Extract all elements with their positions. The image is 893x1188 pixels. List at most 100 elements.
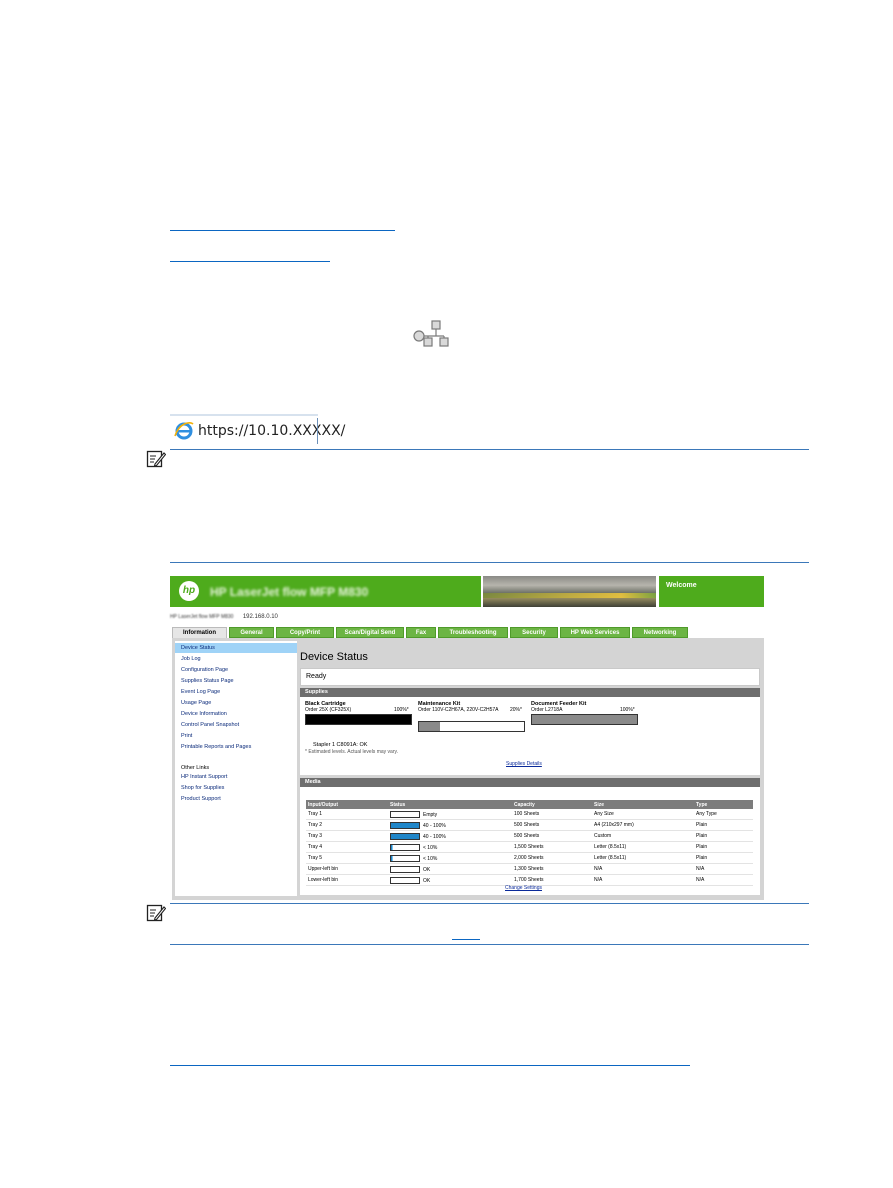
tab-security[interactable]: Security: [510, 627, 558, 638]
media-io-cell: Tray 1: [306, 809, 388, 820]
tray-level-fill: [391, 844, 394, 850]
tray-status-text: OK: [423, 866, 431, 873]
col-input-output: Input/Output: [306, 800, 388, 809]
nav-print[interactable]: Print: [175, 731, 297, 741]
tray-level-bar: [390, 865, 420, 873]
supply-level-black-cartridge: 100%*: [394, 707, 409, 713]
ews-screenshot: hp HP LaserJet flow MFP M830 Welcome HP …: [170, 576, 764, 900]
tray-level-bar: [390, 832, 420, 840]
doc-link-2[interactable]: [170, 261, 330, 262]
network-icon: [413, 320, 449, 347]
media-size-cell: Custom: [592, 830, 694, 842]
status-text: Ready: [306, 673, 327, 680]
doc-link-3[interactable]: [170, 1065, 690, 1066]
media-io-cell: Lower-left bin: [306, 874, 388, 886]
nav-product-support[interactable]: Product Support: [175, 794, 297, 804]
other-links-heading: Other Links: [181, 765, 210, 771]
nav-hp-instant-support[interactable]: HP Instant Support: [175, 772, 297, 782]
media-panel: Input/Output Status Capacity Size Type T…: [300, 787, 760, 895]
note-bottom-rule: [170, 562, 809, 563]
change-settings-link[interactable]: Change Settings: [505, 885, 542, 891]
media-size-cell: N/A: [592, 874, 694, 886]
col-capacity: Capacity: [512, 800, 592, 809]
media-type-cell: N/A: [694, 863, 753, 875]
supply-order-maintenance-kit: Order 110V-C2H67A, 220V-C2H57A: [418, 707, 499, 713]
tab-scan-digital-send[interactable]: Scan/Digital Send: [336, 627, 404, 638]
table-row: Lower-left bin OK 1,700 Sheets N/A N/A: [306, 874, 753, 886]
media-status-cell: < 10%: [388, 841, 512, 853]
media-size-cell: A4 (210x297 mm): [592, 819, 694, 831]
note-icon: [146, 904, 166, 922]
tab-copy-print[interactable]: Copy/Print: [276, 627, 334, 638]
ews-header-bar: hp HP LaserJet flow MFP M830: [170, 576, 481, 607]
media-type-cell: Any Type: [694, 809, 753, 820]
device-ip: 192.168.0.10: [242, 614, 278, 620]
browser-address-bar[interactable]: https://10.10.XXXXX/: [170, 414, 345, 446]
url-text: https://10.10.XXXXX/: [198, 423, 346, 439]
media-type-cell: Plain: [694, 852, 753, 864]
hp-logo: hp: [179, 581, 199, 601]
media-io-cell: Tray 4: [306, 841, 388, 853]
tab-networking[interactable]: Networking: [632, 627, 688, 638]
supplies-panel: Black Cartridge Order 25X (CF325X) 100%*…: [300, 697, 760, 775]
media-capacity-cell: 1,700 Sheets: [512, 874, 592, 886]
media-io-cell: Tray 3: [306, 830, 388, 842]
supply-fill: [306, 715, 411, 724]
tab-troubleshooting[interactable]: Troubleshooting: [438, 627, 508, 638]
doc-link-1[interactable]: [170, 230, 395, 231]
tray-status-text: 40 - 100%: [423, 822, 446, 829]
header-photo: [483, 576, 656, 607]
nav-device-status[interactable]: Device Status: [175, 643, 297, 653]
note-top-rule: [170, 449, 809, 450]
supply-order-black-cartridge: Order 25X (CF325X): [305, 707, 352, 713]
nav-job-log[interactable]: Job Log: [175, 654, 297, 664]
nav-printable-reports[interactable]: Printable Reports and Pages: [175, 742, 297, 752]
media-capacity-cell: 1,500 Sheets: [512, 841, 592, 853]
address-bar-separator: [317, 418, 318, 444]
media-capacity-cell: 100 Sheets: [512, 809, 592, 820]
tray-level-fill: [391, 855, 394, 861]
tray-status-text: Empty: [423, 811, 438, 818]
media-capacity-cell: 500 Sheets: [512, 819, 592, 831]
estimate-note: * Estimated levels. Actual levels may va…: [305, 749, 398, 755]
table-row: Tray 4 < 10% 1,500 Sheets Letter (8.5x11) Pl…: [306, 841, 753, 853]
page-title: Device Status: [300, 651, 368, 663]
device-model-line: HP LaserJet flow MFP M830 192.168.0.10: [170, 614, 278, 620]
supply-order-document-feeder-kit: Order L2718A: [531, 707, 563, 713]
table-row: Upper-left bin OK 1,300 Sheets N/A N/A: [306, 863, 753, 875]
col-size: Size: [592, 800, 694, 809]
nav-configuration-page[interactable]: Configuration Page: [175, 665, 297, 675]
nav-usage-page[interactable]: Usage Page: [175, 698, 297, 708]
ews-left-nav: Device Status Job Log Configuration Page…: [175, 641, 297, 896]
tray-status-text: 40 - 100%: [423, 833, 446, 840]
note2-top-rule: [170, 903, 809, 904]
stapler-status: Stapler 1 C8091A: OK: [313, 742, 368, 748]
media-table: Input/Output Status Capacity Size Type T…: [306, 800, 753, 886]
note2-inline-link[interactable]: [452, 939, 480, 940]
ews-main-content: Device Status Ready Supplies Black Cartr…: [300, 641, 760, 896]
media-type-cell: N/A: [694, 874, 753, 886]
tab-fax[interactable]: Fax: [406, 627, 436, 638]
media-type-cell: Plain: [694, 841, 753, 853]
table-row: Tray 3 40 - 100% 500 Sheets Custom Plain: [306, 830, 753, 842]
table-row: Tray 2 40 - 100% 500 Sheets A4 (210x297 mm)…: [306, 819, 753, 831]
note2-bottom-rule: [170, 944, 809, 945]
tray-status-text: < 10%: [423, 855, 438, 862]
nav-control-panel-snapshot[interactable]: Control Panel Snapshot: [175, 720, 297, 730]
tray-level-bar: [390, 810, 420, 818]
nav-supplies-status-page[interactable]: Supplies Status Page: [175, 676, 297, 686]
supplies-details-link[interactable]: Supplies Details: [506, 761, 542, 767]
nav-device-information[interactable]: Device Information: [175, 709, 297, 719]
status-box: Ready: [300, 668, 760, 686]
nav-event-log-page[interactable]: Event Log Page: [175, 687, 297, 697]
media-status-cell: 40 - 100%: [388, 819, 512, 831]
tab-hp-web-services[interactable]: HP Web Services: [560, 627, 630, 638]
tab-general[interactable]: General: [229, 627, 274, 638]
supply-fill: [532, 715, 637, 724]
media-io-cell: Tray 5: [306, 852, 388, 864]
media-type-cell: Plain: [694, 819, 753, 831]
tray-level-fill: [391, 833, 419, 839]
media-status-cell: < 10%: [388, 852, 512, 864]
supply-level-maintenance-kit: 20%*: [510, 707, 522, 713]
nav-shop-for-supplies[interactable]: Shop for Supplies: [175, 783, 297, 793]
